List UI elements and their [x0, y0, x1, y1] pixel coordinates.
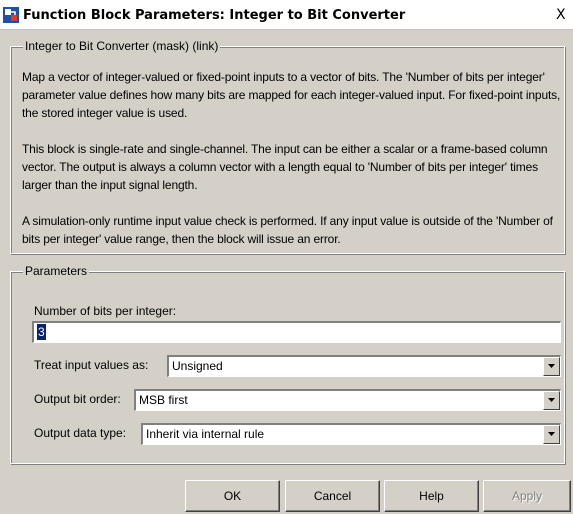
output-data-type-select[interactable]: Inherit via internal rule	[141, 423, 561, 445]
help-button[interactable]: Help	[384, 480, 479, 512]
output-data-type-label: Output data type:	[34, 426, 127, 440]
treat-input-select[interactable]: Unsigned	[167, 355, 561, 377]
chevron-down-icon	[548, 432, 555, 436]
close-button[interactable]: X	[556, 6, 573, 24]
bits-per-integer-value: 3	[37, 324, 46, 340]
parameters-legend: Parameters	[23, 264, 90, 278]
output-data-type-value: Inherit via internal rule	[146, 427, 265, 441]
cancel-button[interactable]: Cancel	[285, 480, 380, 512]
bits-per-integer-input[interactable]: 3	[32, 321, 561, 343]
title-bar[interactable]: Function Block Parameters: Integer to Bi…	[0, 0, 573, 30]
ok-button[interactable]: OK	[185, 480, 280, 512]
description-paragraph-2: This block is single-rate and single-cha…	[22, 142, 548, 192]
bits-per-integer-label: Number of bits per integer:	[34, 304, 177, 318]
simulink-block-icon	[3, 7, 19, 23]
output-bit-order-dropdown-button[interactable]	[543, 391, 560, 410]
treat-input-value: Unsigned	[172, 359, 223, 373]
treat-input-dropdown-button[interactable]	[543, 357, 560, 376]
output-bit-order-select[interactable]: MSB first	[134, 389, 561, 411]
chevron-down-icon	[548, 398, 555, 402]
output-bit-order-value: MSB first	[139, 393, 188, 407]
output-data-type-dropdown-button[interactable]	[543, 425, 560, 444]
window-title: Function Block Parameters: Integer to Bi…	[23, 8, 406, 23]
description-paragraph-1: Map a vector of integer-valued or fixed-…	[22, 70, 561, 120]
apply-button[interactable]: Apply	[483, 480, 571, 512]
output-bit-order-label: Output bit order:	[34, 392, 121, 406]
description-paragraph-3: A simulation-only runtime input value ch…	[22, 214, 553, 246]
treat-input-label: Treat input values as:	[34, 358, 149, 372]
description-legend: Integer to Bit Converter (mask) (link)	[23, 39, 221, 53]
chevron-down-icon	[548, 364, 555, 368]
